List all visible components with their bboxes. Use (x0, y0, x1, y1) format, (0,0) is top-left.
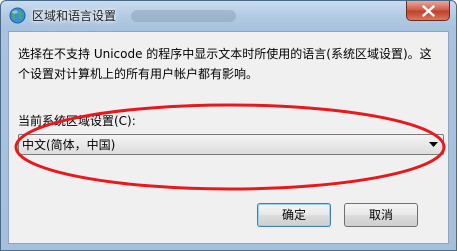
ok-button[interactable]: 确定 (257, 203, 331, 227)
locale-selected-value: 中文(简体，中国) (22, 138, 116, 152)
globe-icon (9, 7, 26, 24)
cancel-button[interactable]: 取消 (344, 203, 418, 227)
dialog-window: 区域和语言设置 选择在不支持 Unicode 的程序中显示文本时所使用的语言(系… (0, 0, 457, 251)
locale-label: 当前系统区域设置(C): (18, 114, 136, 128)
close-button[interactable] (406, 1, 450, 21)
description-text: 选择在不支持 Unicode 的程序中显示文本时所使用的语言(系统区域设置)。这… (18, 47, 432, 81)
locale-dropdown[interactable]: 中文(简体，中国) (18, 134, 444, 155)
dialog-body: 选择在不支持 Unicode 的程序中显示文本时所使用的语言(系统区域设置)。这… (8, 31, 449, 244)
close-icon (422, 5, 435, 17)
title-overlay (131, 10, 236, 22)
window-title: 区域和语言设置 (32, 9, 117, 23)
title-bar[interactable]: 区域和语言设置 (1, 1, 456, 31)
chevron-down-icon (429, 142, 438, 147)
